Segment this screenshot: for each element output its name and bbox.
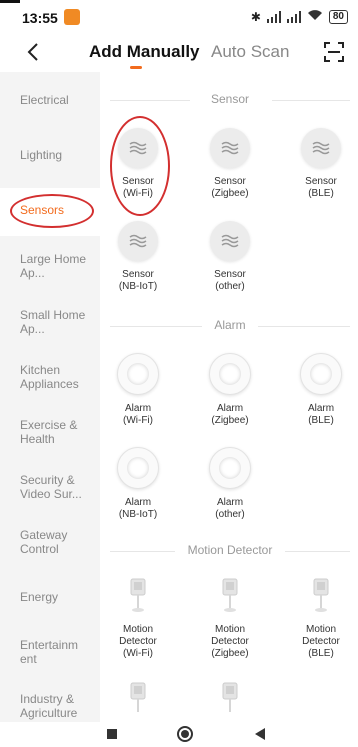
motion-detector-icon xyxy=(118,576,158,616)
section-header-sensor: Sensor xyxy=(110,92,350,108)
alarm-icon xyxy=(209,447,251,489)
sidebar-item-industry-agriculture[interactable]: Industry & Agriculture xyxy=(20,692,98,720)
device-label-line2: (Wi-Fi) xyxy=(123,415,153,426)
device-alarm-zigbee[interactable]: Alarm (Zigbee) xyxy=(190,353,270,427)
tab-add-manually[interactable]: Add Manually xyxy=(89,42,200,62)
device-alarm-wifi[interactable]: Alarm (Wi-Fi) xyxy=(98,353,178,427)
header: Add Manually Auto Scan xyxy=(0,36,358,72)
back-arrow-icon[interactable] xyxy=(22,40,46,64)
sidebar-item-kitchen-appliances[interactable]: Kitchen Appliances xyxy=(20,363,98,391)
device-alarm-ble[interactable]: Alarm (BLE) xyxy=(281,353,358,427)
battery-icon: 80 xyxy=(328,9,348,24)
signal-icon xyxy=(266,10,281,23)
sidebar-item-electrical[interactable]: Electrical xyxy=(20,93,98,107)
motion-detector-icon xyxy=(210,576,250,616)
recent-apps-icon[interactable] xyxy=(106,728,118,740)
sidebar-item-small-home-appliances[interactable]: Small Home Ap... xyxy=(20,308,98,336)
sidebar-item-gateway-control[interactable]: Gateway Control xyxy=(20,528,98,556)
wifi-icon xyxy=(307,9,323,24)
section-header-motion-detector: Motion Detector xyxy=(110,543,350,559)
sensor-icon xyxy=(210,221,250,261)
sensor-icon xyxy=(210,128,250,168)
device-label-line2: (other) xyxy=(215,281,245,292)
alarm-icon xyxy=(300,353,342,395)
annotation-circle-sensors xyxy=(10,194,94,228)
signal-icon-2 xyxy=(286,10,301,23)
status-bar: 13:55 ✱ 80 xyxy=(0,0,358,36)
device-alarm-other[interactable]: Alarm (other) xyxy=(190,447,270,521)
app-notification-icon xyxy=(64,9,80,25)
device-sensor-other[interactable]: Sensor (other) xyxy=(190,221,270,293)
device-label-line1: Sensor xyxy=(122,269,154,280)
device-label-line2: (NB-IoT) xyxy=(118,509,158,520)
device-label-line2: (Zigbee) xyxy=(211,188,249,199)
motion-detector-icon xyxy=(118,680,158,720)
device-sensor-zigbee[interactable]: Sensor (Zigbee) xyxy=(190,128,270,200)
device-label-line1: Motion xyxy=(214,624,245,635)
sensor-icon xyxy=(301,128,341,168)
device-label-line1: Alarm xyxy=(124,497,152,508)
device-label-line2: (BLE) xyxy=(308,415,334,426)
alarm-icon xyxy=(117,353,159,395)
device-label-line1: Alarm xyxy=(124,403,152,414)
device-label-line2: Detector xyxy=(211,636,249,647)
active-tab-indicator xyxy=(130,66,142,69)
device-label-line1: Sensor xyxy=(305,176,337,187)
motion-detector-icon xyxy=(301,576,341,616)
device-label-line2: Detector xyxy=(302,636,340,647)
section-title-motion-detector: Motion Detector xyxy=(187,543,273,557)
status-time: 13:55 xyxy=(22,10,58,26)
device-alarm-nbiot[interactable]: Alarm (NB-IoT) xyxy=(98,447,178,521)
device-label-line1: Motion xyxy=(305,624,336,635)
device-label-line2: Detector xyxy=(119,636,157,647)
device-label-line1: Sensor xyxy=(214,176,246,187)
device-motion-partial-2[interactable] xyxy=(190,680,270,722)
home-icon[interactable] xyxy=(176,725,194,743)
sidebar-item-entertainment[interactable]: Entertainm ent xyxy=(20,638,98,666)
section-title-alarm: Alarm xyxy=(214,318,246,332)
device-label-line1: Alarm xyxy=(216,497,244,508)
status-indicator xyxy=(0,0,20,3)
device-motion-ble[interactable]: Motion Detector (BLE) xyxy=(281,576,358,660)
device-label-line2: (Zigbee) xyxy=(211,415,249,426)
sidebar-item-exercise-health[interactable]: Exercise & Health xyxy=(20,418,98,446)
sidebar-item-security-video[interactable]: Security & Video Sur... xyxy=(20,473,98,501)
device-sensor-nbiot[interactable]: Sensor (NB-IoT) xyxy=(98,221,178,293)
device-motion-partial-1[interactable] xyxy=(98,680,178,722)
sensor-icon xyxy=(118,221,158,261)
category-sidebar: Electrical Lighting Sensors Large Home A… xyxy=(0,72,100,722)
device-motion-wifi[interactable]: Motion Detector (Wi-Fi) xyxy=(98,576,178,660)
bluetooth-icon: ✱ xyxy=(250,9,261,24)
device-label-line3: (Zigbee) xyxy=(211,648,249,659)
device-label-line1: Motion xyxy=(122,624,153,635)
status-icons: ✱ 80 xyxy=(251,9,348,24)
sidebar-item-large-home-appliances[interactable]: Large Home Ap... xyxy=(20,252,98,280)
scan-icon[interactable] xyxy=(324,42,344,62)
device-motion-zigbee[interactable]: Motion Detector (Zigbee) xyxy=(190,576,270,660)
sidebar-item-lighting[interactable]: Lighting xyxy=(20,148,98,162)
back-nav-icon[interactable] xyxy=(254,727,266,741)
device-label-line1: Alarm xyxy=(307,403,335,414)
tab-auto-scan[interactable]: Auto Scan xyxy=(211,42,289,62)
device-sensor-ble[interactable]: Sensor (BLE) xyxy=(281,128,358,200)
device-label-line1: Alarm xyxy=(216,403,244,414)
alarm-icon xyxy=(117,447,159,489)
device-label-line1: Sensor xyxy=(214,269,246,280)
device-label-line3: (Wi-Fi) xyxy=(123,648,153,659)
device-label-line2: (other) xyxy=(215,509,245,520)
section-title-sensor: Sensor xyxy=(210,92,250,106)
annotation-circle-sensor-wifi xyxy=(110,116,170,216)
alarm-icon xyxy=(209,353,251,395)
device-label-line2: (NB-IoT) xyxy=(118,281,158,292)
sidebar-item-energy[interactable]: Energy xyxy=(20,590,98,604)
system-nav-bar xyxy=(0,722,358,747)
motion-detector-icon xyxy=(210,680,250,720)
device-label-line3: (BLE) xyxy=(308,648,334,659)
section-header-alarm: Alarm xyxy=(110,318,350,334)
device-label-line2: (BLE) xyxy=(308,188,334,199)
